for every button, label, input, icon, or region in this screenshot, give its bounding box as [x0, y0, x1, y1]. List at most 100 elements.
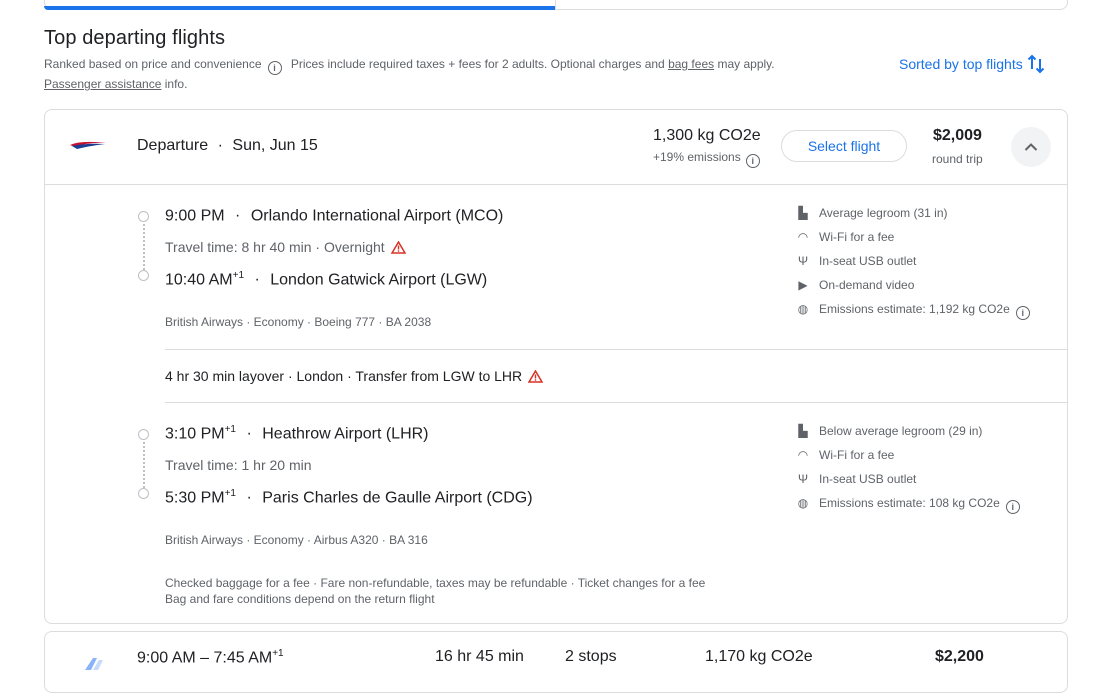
- segment-start-dot: [138, 429, 149, 440]
- legroom-icon: ▙: [798, 206, 808, 220]
- departure-header: Departure · Sun, Jun 15: [137, 137, 318, 154]
- emissions-delta-text: +19% emissions: [653, 150, 741, 164]
- info-icon[interactable]: i: [1015, 306, 1030, 320]
- tab-separator: [555, 0, 556, 10]
- ranking-note: Ranked based on price and convenience i P…: [44, 57, 775, 75]
- flight-card-collapsed[interactable]: 9:00 AM – 7:45 AM+1 16 hr 45 min 2 stops…: [44, 631, 1068, 693]
- flight-card-expanded: Departure · Sun, Jun 15 1,300 kg CO2e +1…: [44, 109, 1068, 624]
- passenger-assistance-link[interactable]: Passenger assistance: [44, 77, 161, 91]
- arr-day-offset: +1: [224, 488, 236, 499]
- segment1-travel-time: Travel time: 8 hr 40 min · Overnight: [165, 239, 406, 255]
- amenity-label: In-seat USB outlet: [819, 472, 917, 486]
- flight-stops: 2 stops: [565, 648, 617, 665]
- active-tab-indicator: [44, 6, 556, 10]
- airline-logo: [85, 658, 103, 670]
- ranked-text: Ranked based on price and convenience: [44, 57, 262, 71]
- amenity-usb: Ψ In-seat USB outlet: [795, 472, 916, 486]
- segment-start-dot: [138, 211, 149, 222]
- baggage-policy: Checked baggage for a fee · Fare non-ref…: [165, 576, 706, 590]
- select-flight-button[interactable]: Select flight: [781, 130, 907, 162]
- wifi-icon: ◠: [797, 230, 809, 244]
- amenity-video: ▶ On-demand video: [795, 278, 914, 292]
- info-icon[interactable]: i: [745, 154, 760, 168]
- segment2-departure: 3:10 PM+1 · Heathrow Airport (LHR): [165, 424, 429, 443]
- bag-fees-link[interactable]: bag fees: [668, 57, 714, 71]
- co2-value: 1,300 kg CO2e: [653, 127, 761, 144]
- amenity-legroom: ▙ Below average legroom (29 in): [795, 424, 982, 438]
- dep-airport: Orlando International Airport (MCO): [250, 207, 504, 225]
- warning-icon: [390, 241, 406, 254]
- flight-price: $2,009: [933, 127, 982, 144]
- amenity-label: On-demand video: [819, 278, 915, 292]
- sort-arrows-icon: [1027, 54, 1044, 74]
- amenity-wifi: ◠ Wi-Fi for a fee: [795, 230, 895, 244]
- globe-icon: ◍: [797, 496, 809, 510]
- info-icon[interactable]: i: [267, 61, 282, 75]
- segment-connector: [143, 224, 145, 270]
- arr-airport: London Gatwick Airport (LGW): [270, 271, 488, 289]
- prices-note: Prices include required taxes + fees for…: [290, 57, 665, 71]
- amenity-label: Emissions estimate: 1,192 kg CO2e: [819, 302, 1010, 316]
- layover-divider-bottom: [165, 402, 1067, 403]
- segment1-departure: 9:00 PM · Orlando International Airport …: [165, 207, 504, 225]
- arr-day-offset: +1: [232, 270, 245, 281]
- co2-value: 1,170 kg CO2e: [705, 648, 813, 665]
- info-icon[interactable]: i: [1005, 500, 1020, 514]
- amenity-label: Wi-Fi for a fee: [819, 230, 895, 244]
- day-offset: +1: [272, 648, 284, 659]
- video-icon: ▶: [798, 278, 808, 292]
- dep-time: 9:00 PM: [165, 207, 225, 225]
- amenity-emissions: ◍ Emissions estimate: 1,192 kg CO2e i: [795, 302, 1036, 320]
- amenity-emissions: ◍ Emissions estimate: 108 kg CO2e i: [795, 496, 1026, 514]
- departure-label: Departure: [137, 137, 209, 154]
- info-text: info.: [164, 77, 188, 91]
- segment-end-dot: [138, 270, 149, 281]
- collapse-button[interactable]: [1011, 127, 1051, 167]
- price-type: round trip: [932, 152, 983, 166]
- flight-duration: 16 hr 45 min: [435, 648, 524, 665]
- dep-time: 3:10 PM: [165, 425, 225, 443]
- flight-times: 9:00 AM – 7:45 AM+1: [137, 648, 284, 667]
- arr-time: 5:30 PM: [165, 489, 225, 507]
- amenity-wifi: ◠ Wi-Fi for a fee: [795, 448, 895, 462]
- segment2-travel-time: Travel time: 1 hr 20 min: [165, 457, 312, 473]
- british-airways-logo: [70, 141, 106, 149]
- sort-button[interactable]: Sorted by top flights: [899, 54, 1045, 74]
- amenity-label: Emissions estimate: 108 kg CO2e: [819, 496, 1000, 510]
- amenity-label: Average legroom (31 in): [819, 206, 948, 220]
- card-header-divider: [45, 184, 1067, 185]
- segment-connector: [143, 442, 145, 488]
- usb-icon: Ψ: [797, 254, 809, 268]
- chevron-up-icon: [1024, 143, 1038, 151]
- prices-note-end: may apply.: [717, 57, 775, 71]
- travel-time: Travel time: 8 hr 40 min · Overnight: [165, 239, 385, 255]
- sort-label: Sorted by top flights: [899, 56, 1023, 72]
- dep-airport: Heathrow Airport (LHR): [262, 425, 429, 443]
- amenity-usb: Ψ In-seat USB outlet: [795, 254, 916, 268]
- flight-price: $2,200: [935, 648, 984, 665]
- amenity-label: Wi-Fi for a fee: [819, 448, 895, 462]
- amenity-legroom: ▙ Average legroom (31 in): [795, 206, 948, 220]
- legroom-icon: ▙: [798, 424, 808, 438]
- layover-divider-top: [165, 349, 1067, 350]
- amenity-label: Below average legroom (29 in): [819, 424, 983, 438]
- arr-airport: Paris Charles de Gaulle Airport (CDG): [262, 489, 533, 507]
- segment1-arrival: 10:40 AM+1 · London Gatwick Airport (LGW…: [165, 270, 488, 289]
- warning-icon: [528, 370, 544, 383]
- wifi-icon: ◠: [797, 448, 809, 462]
- layover-info: 4 hr 30 min layover · London · Transfer …: [165, 368, 544, 384]
- fare-conditions: Bag and fare conditions depend on the re…: [165, 592, 435, 606]
- usb-icon: Ψ: [797, 472, 809, 486]
- arr-time: 10:40 AM: [165, 271, 233, 289]
- section-title: Top departing flights: [44, 27, 226, 49]
- globe-icon: ◍: [797, 302, 809, 316]
- segment1-details: British Airways · Economy · Boeing 777 ·…: [165, 315, 432, 329]
- segment2-arrival: 5:30 PM+1 · Paris Charles de Gaulle Airp…: [165, 488, 533, 507]
- assistance-note: Passenger assistance info.: [44, 77, 187, 91]
- times: 9:00 AM – 7:45 AM: [137, 649, 273, 667]
- amenity-label: In-seat USB outlet: [819, 254, 917, 268]
- segment-end-dot: [138, 488, 149, 499]
- segment2-details: British Airways · Economy · Airbus A320 …: [165, 533, 428, 547]
- dep-day-offset: +1: [224, 424, 236, 435]
- emissions-delta: +19% emissions i: [653, 150, 766, 168]
